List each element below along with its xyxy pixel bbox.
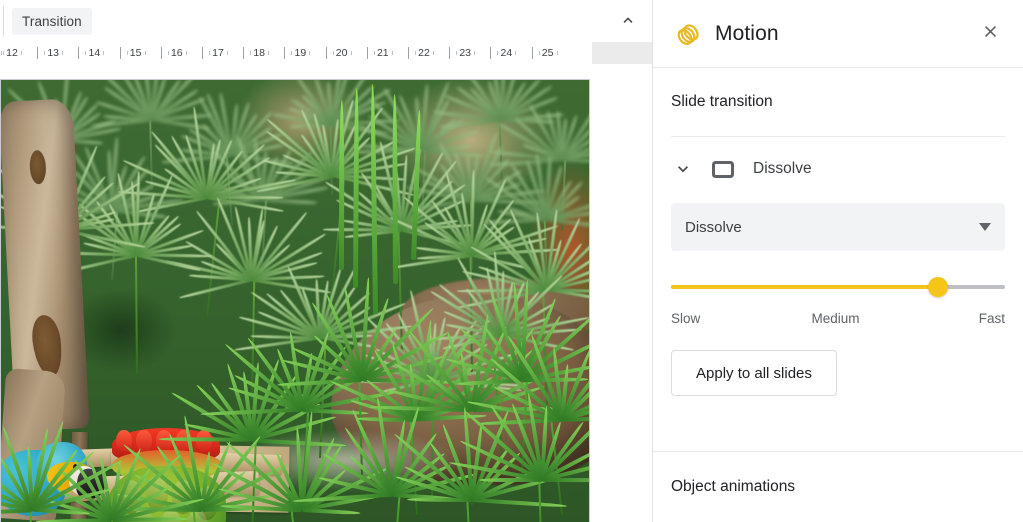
ruler-label: 19 — [290, 42, 310, 64]
chevron-down-icon[interactable] — [671, 157, 695, 181]
transition-speed-slider[interactable] — [671, 277, 1005, 297]
slider-label-fast: Fast — [979, 311, 1005, 326]
ruler-label: 17 — [208, 42, 228, 64]
slide-transition-heading: Slide transition — [653, 68, 1023, 136]
ruler-major-tick — [202, 47, 203, 59]
collapse-panel-button[interactable] — [613, 6, 643, 36]
photo-plant-blade — [562, 416, 590, 422]
ruler-label: 15 — [126, 42, 146, 64]
slide-transition-heading-text: Slide transition — [671, 93, 773, 111]
slide-editor-area: Transition 12 13 14 15 16 17 18 19 20 21 22 23 24 25 — [0, 0, 652, 522]
ruler-label: 25 — [538, 42, 558, 64]
ruler-label: 14 — [84, 42, 104, 64]
google-slides-motion-screen: Transition 12 13 14 15 16 17 18 19 20 21 22 23 24 25 — [0, 0, 1023, 522]
ruler-label: 20 — [332, 42, 352, 64]
slide-rectangle-icon — [707, 153, 739, 185]
photo-plant-stem — [538, 480, 543, 522]
photo-plant-blade — [472, 498, 567, 508]
ruler-major-tick — [449, 47, 450, 59]
ruler-major-tick — [367, 47, 368, 59]
current-transition-label: Dissolve — [753, 160, 812, 178]
object-animations-heading: Object animations — [653, 452, 1023, 522]
photo-plant-stem — [391, 495, 401, 522]
ruler-label: 12 — [2, 42, 22, 64]
ruler-major-tick — [490, 47, 491, 59]
motion-panel: Motion Slide transition Dissolve Dissolv… — [652, 0, 1023, 522]
object-animations-section: Object animations — [653, 451, 1023, 522]
photo-plant-blade — [302, 508, 360, 515]
transition-type-value: Dissolve — [685, 219, 742, 236]
photo-grass-front-layer — [1, 80, 589, 522]
ruler-inactive-region — [592, 42, 652, 64]
horizontal-ruler[interactable]: 12 13 14 15 16 17 18 19 20 21 22 23 24 25 — [0, 42, 652, 65]
photo-plant-blade — [112, 517, 188, 522]
ruler-label: 21 — [373, 42, 393, 64]
slide-photo[interactable] — [0, 79, 590, 522]
slider-label-slow: Slow — [671, 311, 700, 326]
ruler-label: 13 — [43, 42, 63, 64]
transition-controls: Dissolve Slow Medium Fast Apply to all s… — [653, 203, 1023, 396]
slider-thumb[interactable] — [928, 277, 948, 297]
photo-plant-blade — [542, 478, 590, 482]
ruler-major-tick — [161, 47, 162, 59]
apply-button-row: Apply to all slides — [671, 326, 1005, 396]
slider-labels: Slow Medium Fast — [671, 311, 1005, 326]
close-icon — [981, 22, 1000, 46]
transition-tab-label: Transition — [22, 14, 82, 29]
dropdown-arrow-icon — [979, 218, 991, 236]
motion-panel-header: Motion — [653, 0, 1023, 67]
ruler-label: 16 — [167, 42, 187, 64]
photo-plant-stem — [193, 510, 203, 522]
chevron-up-icon — [619, 12, 637, 30]
ruler-label: 18 — [249, 42, 269, 64]
apply-to-all-slides-label: Apply to all slides — [696, 365, 812, 382]
ruler-label: 24 — [496, 42, 516, 64]
slider-label-medium: Medium — [811, 311, 859, 326]
ruler-major-tick — [78, 47, 79, 59]
object-animations-heading-text: Object animations — [671, 478, 795, 496]
slide-canvas[interactable] — [0, 64, 652, 522]
ruler-major-tick — [243, 47, 244, 59]
ruler-major-tick — [120, 47, 121, 59]
ruler-label: 23 — [455, 42, 475, 64]
ruler-major-tick — [284, 47, 285, 59]
ruler-major-tick — [37, 47, 38, 59]
toolbar-divider — [3, 6, 4, 36]
slider-fill — [671, 285, 938, 289]
transition-tab[interactable]: Transition — [12, 8, 92, 35]
editor-toolbar: Transition — [0, 0, 652, 42]
ruler-major-tick — [326, 47, 327, 59]
ruler-major-tick — [408, 47, 409, 59]
transition-summary-row[interactable]: Dissolve — [653, 137, 1023, 195]
ruler-minor-tick — [1, 51, 2, 55]
motion-ellipses-icon — [671, 17, 705, 51]
close-panel-button[interactable] — [973, 17, 1007, 51]
panel-title: Motion — [715, 22, 779, 46]
apply-to-all-slides-button[interactable]: Apply to all slides — [671, 350, 837, 396]
transition-type-select[interactable]: Dissolve — [671, 203, 1005, 251]
ruler-major-tick — [532, 47, 533, 59]
ruler-label: 22 — [414, 42, 434, 64]
